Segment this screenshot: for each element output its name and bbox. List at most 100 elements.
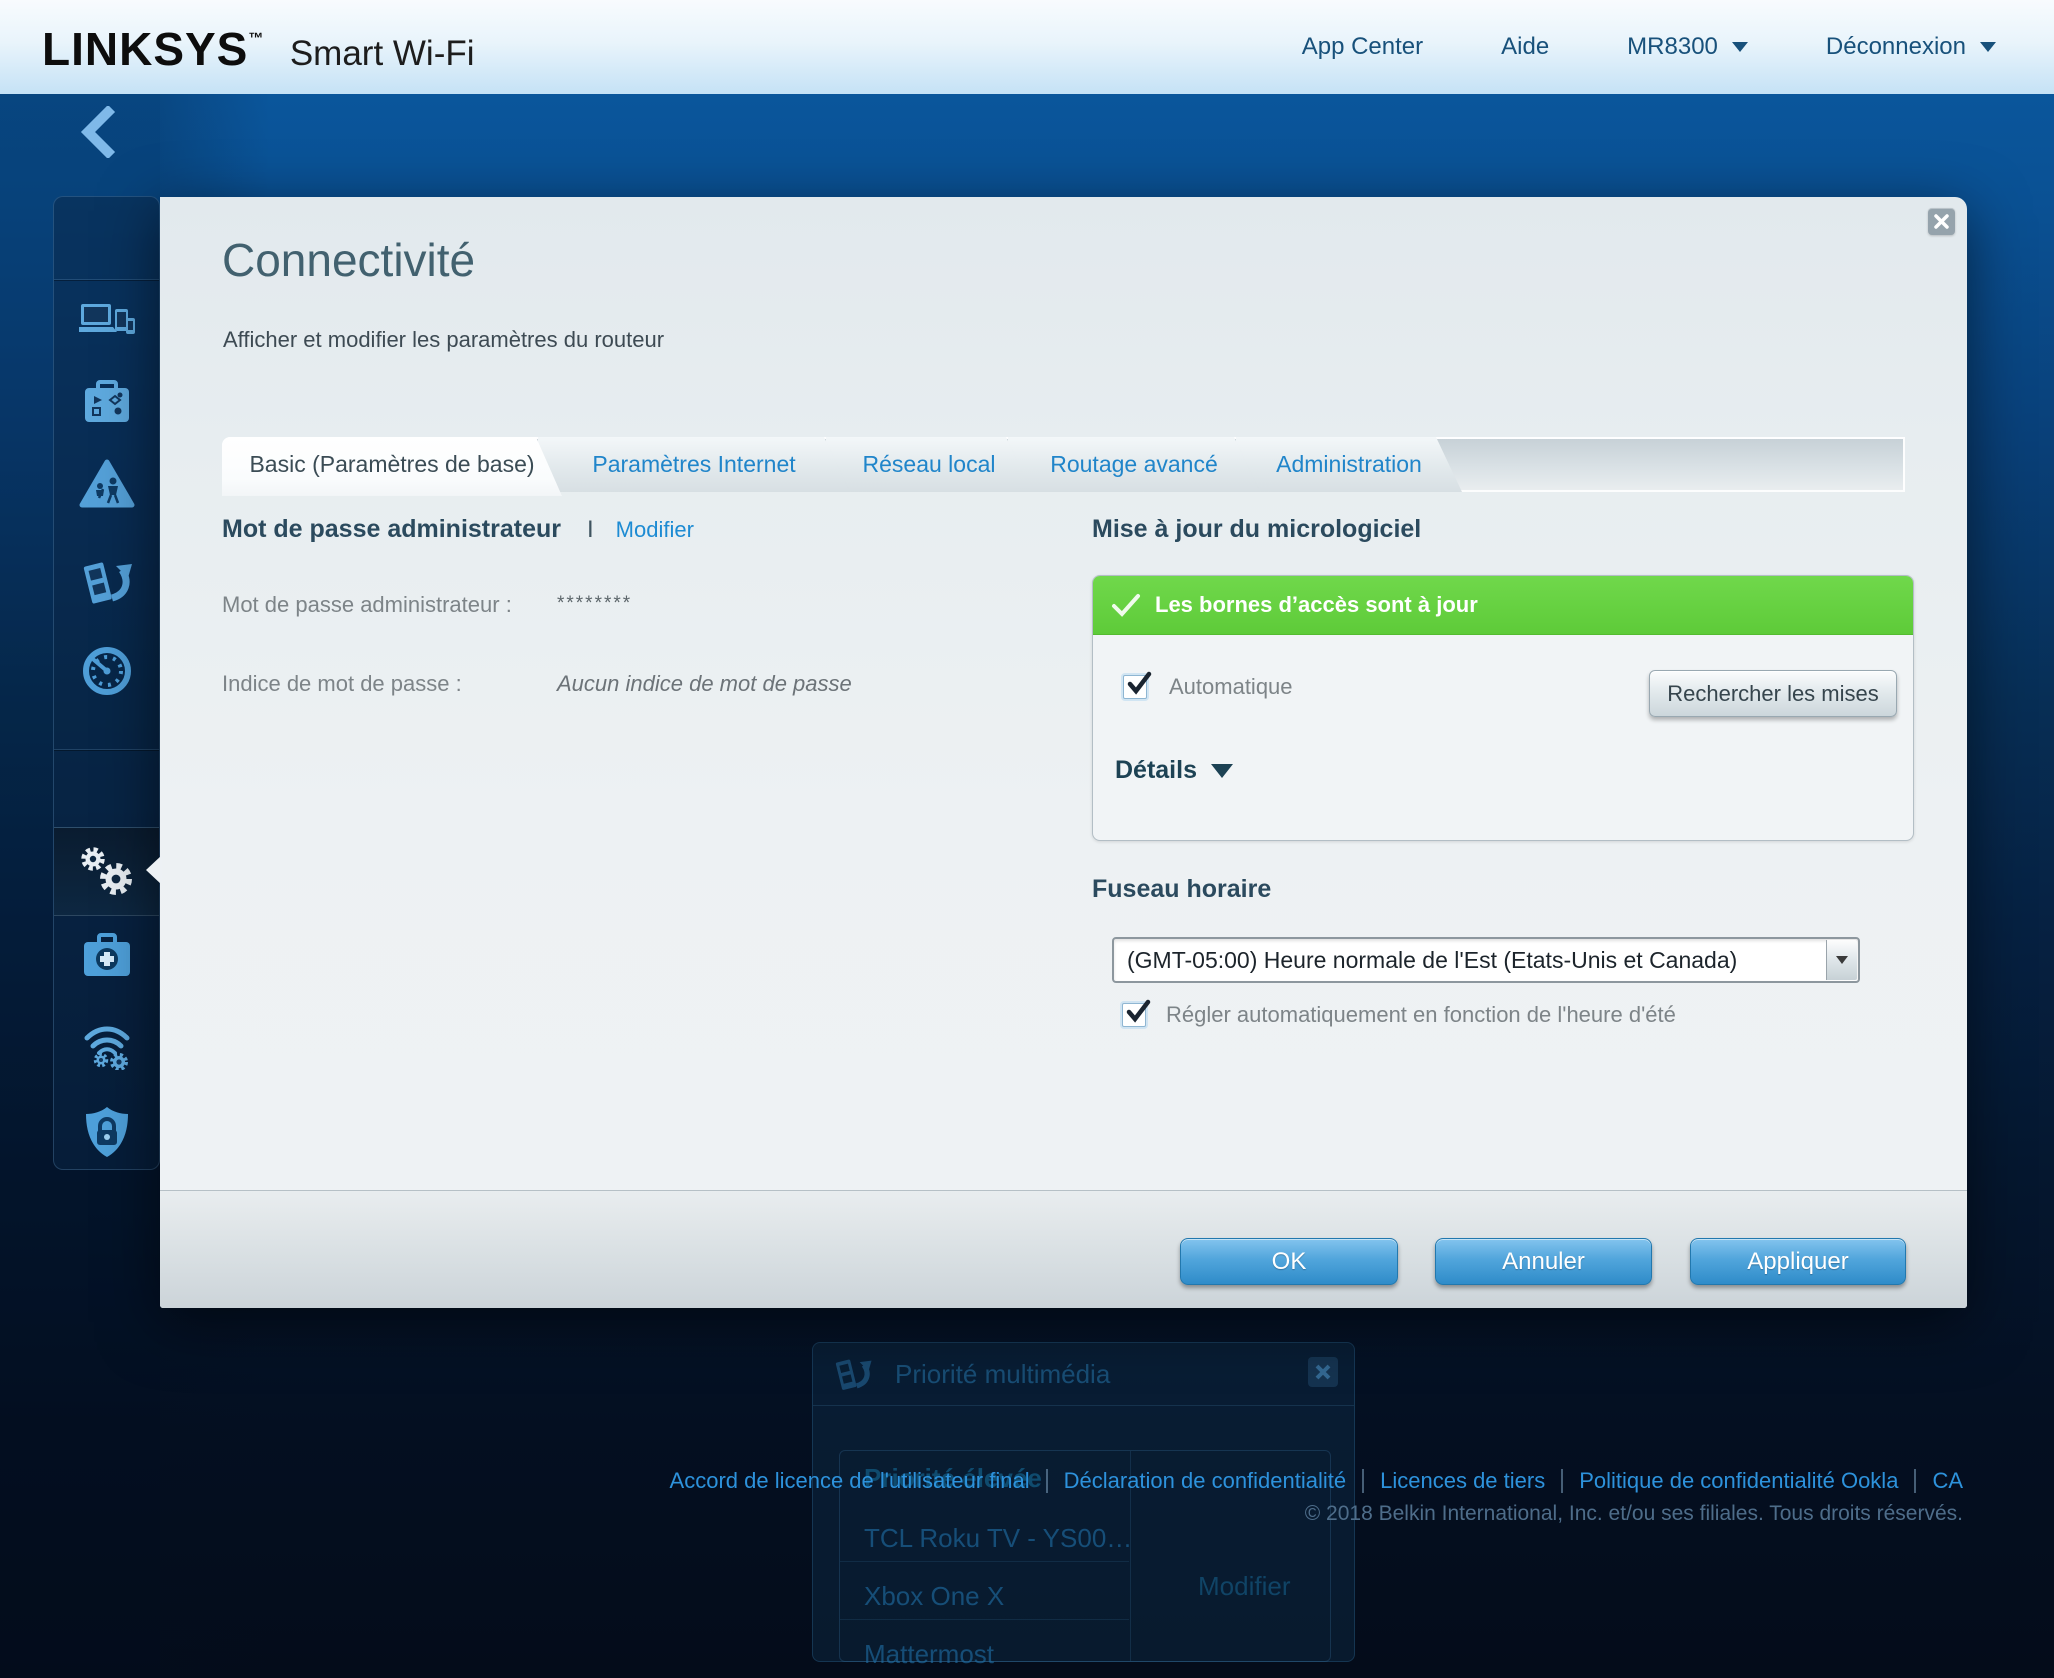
nav-logout-menu[interactable]: Déconnexion [1826,33,1996,61]
cancel-button[interactable]: Annuler [1435,1238,1652,1285]
timezone-selected-value: (GMT-05:00) Heure normale de l'Est (Etat… [1127,939,1737,982]
details-label: Détails [1115,756,1197,785]
sidebar-divider [54,279,159,280]
modal-footer: OK Annuler Appliquer [160,1190,1967,1308]
nav-app-center-label: App Center [1302,33,1423,61]
first-aid-icon [80,933,134,979]
divider [1362,1469,1364,1493]
chevron-down-icon [1836,956,1848,964]
password-hint-label: Indice de mot de passe : [222,671,462,697]
wireless-settings-icon [79,1020,135,1070]
sidebar-divider [54,749,159,750]
admin-password-value: ******** [557,592,632,618]
trademark-symbol: ™ [248,30,263,47]
nav-router-menu[interactable]: MR8300 [1627,33,1748,61]
tab-basic[interactable]: Basic (Paramètres de base) [222,437,562,496]
settings-gears-icon [71,841,143,903]
top-navigation: App Center Aide MR8300 Déconnexion [1302,0,1996,94]
copyright-text: © 2018 Belkin International, Inc. et/ou … [670,1502,1963,1526]
footer-link-ookla[interactable]: Politique de confidentialité Ookla [1579,1468,1898,1494]
ok-button[interactable]: OK [1180,1238,1398,1285]
footer-links: Accord de licence de l'utilisateur final… [670,1468,1963,1494]
dst-label: Régler automatiquement en fonction de l'… [1166,1002,1676,1028]
page-footer: Accord de licence de l'utilisateur final… [670,1468,1963,1526]
nav-logout-label: Déconnexion [1826,33,1966,61]
timezone-select[interactable]: (GMT-05:00) Heure normale de l'Est (Etat… [1112,937,1860,983]
sidebar-item-parental-controls[interactable] [79,459,135,514]
background-dialog-close [1308,1357,1338,1387]
heading-divider: I [587,516,594,544]
sidebar-item-connectivity-selected[interactable] [54,827,159,916]
background-edit-link: Modifier [1198,1571,1290,1602]
divider [840,1619,1129,1620]
chevron-left-icon [76,106,118,158]
top-header-bar: LINKSYS™ Smart Wi-Fi App Center Aide MR8… [0,0,2054,94]
close-icon [1314,1363,1332,1381]
modal-subtitle: Afficher et modifier les paramètres du r… [223,327,664,353]
tab-administration[interactable]: Administration [1236,437,1462,492]
parental-controls-icon [79,459,135,509]
masked-password: ******** [557,593,632,614]
edit-password-link[interactable]: Modifier [616,517,694,543]
logo-product-text: Smart Wi-Fi [290,34,475,73]
security-shield-icon [82,1105,132,1159]
router-admin-screen: LINKSYS™ Smart Wi-Fi App Center Aide MR8… [0,0,2054,1678]
background-device-item: Xbox One X [864,1581,1004,1612]
tab-local-network[interactable]: Réseau local [826,437,1032,492]
footer-link-ca[interactable]: CA [1932,1468,1963,1494]
footer-link-eula[interactable]: Accord de licence de l'utilisateur final [670,1468,1030,1494]
sidebar-item-media-prioritization[interactable] [80,558,134,611]
close-icon [1934,214,1949,229]
firmware-auto-row: Automatique [1123,674,1293,700]
chevron-down-icon [1980,42,1996,52]
details-expander[interactable]: Détails [1115,756,1233,785]
modal-title: Connectivité [222,233,475,287]
automatic-update-checkbox[interactable] [1123,675,1147,699]
speed-test-icon [81,645,133,697]
tab-internet-settings[interactable]: Paramètres Internet [538,437,850,492]
connectivity-modal: Connectivité Afficher et modifier les pa… [160,197,1967,1308]
sidebar-item-troubleshooting[interactable] [80,933,134,984]
firmware-update-box: Les bornes d’accès sont à jour Automatiq… [1092,575,1914,841]
footer-link-privacy[interactable]: Déclaration de confidentialité [1064,1468,1347,1494]
automatic-label: Automatique [1169,674,1293,700]
timezone-section-heading: Fuseau horaire [1092,875,1271,904]
sidebar-item-speed-test[interactable] [81,645,133,702]
sidebar-item-security[interactable] [82,1105,132,1164]
checkmark-icon [1124,998,1152,1026]
sidebar-navigation [53,196,160,1170]
background-dialog-title: Priorité multimédia [895,1359,1110,1390]
nav-aide-label: Aide [1501,33,1549,61]
chevron-down-icon [1211,764,1233,778]
divider [840,1561,1129,1562]
devices-icon [79,296,135,344]
media-prioritization-icon [80,558,134,606]
apply-button[interactable]: Appliquer [1690,1238,1906,1285]
sidebar-item-wireless[interactable] [79,1020,135,1075]
modal-close-button[interactable] [1928,208,1955,235]
firmware-section-heading: Mise à jour du micrologiciel [1092,515,1421,544]
admin-password-section-header: Mot de passe administrateur I Modifier [222,515,694,544]
logo-brand-text: LINKSYS [42,23,248,75]
modal-tab-bar: Basic (Paramètres de base) Paramètres In… [222,437,1905,496]
background-device-item: Mattermost [864,1639,994,1670]
footer-link-licenses[interactable]: Licences de tiers [1380,1468,1545,1494]
tab-advanced-routing[interactable]: Routage avancé [1008,437,1260,492]
sidebar-item-devices[interactable] [79,296,135,349]
firmware-status-text: Les bornes d’accès sont à jour [1155,592,1478,618]
select-dropdown-button[interactable] [1826,940,1857,980]
divider [1046,1469,1048,1493]
linksys-logo: LINKSYS™ Smart Wi-Fi [42,22,475,76]
sidebar-item-media-library[interactable] [80,380,134,431]
background-dialog-header: Priorité multimédia [813,1343,1354,1406]
nav-aide[interactable]: Aide [1501,33,1549,61]
admin-password-heading: Mot de passe administrateur [222,515,561,544]
selected-item-pointer [146,855,162,885]
dst-row: Régler automatiquement en fonction de l'… [1122,1002,1676,1028]
nav-app-center[interactable]: App Center [1302,33,1423,61]
sidebar-collapse-button[interactable] [76,106,118,163]
checkmark-icon [1125,670,1153,698]
divider [1914,1469,1916,1493]
dst-checkbox[interactable] [1122,1003,1146,1027]
check-updates-button[interactable]: Rechercher les mises [1649,670,1897,717]
